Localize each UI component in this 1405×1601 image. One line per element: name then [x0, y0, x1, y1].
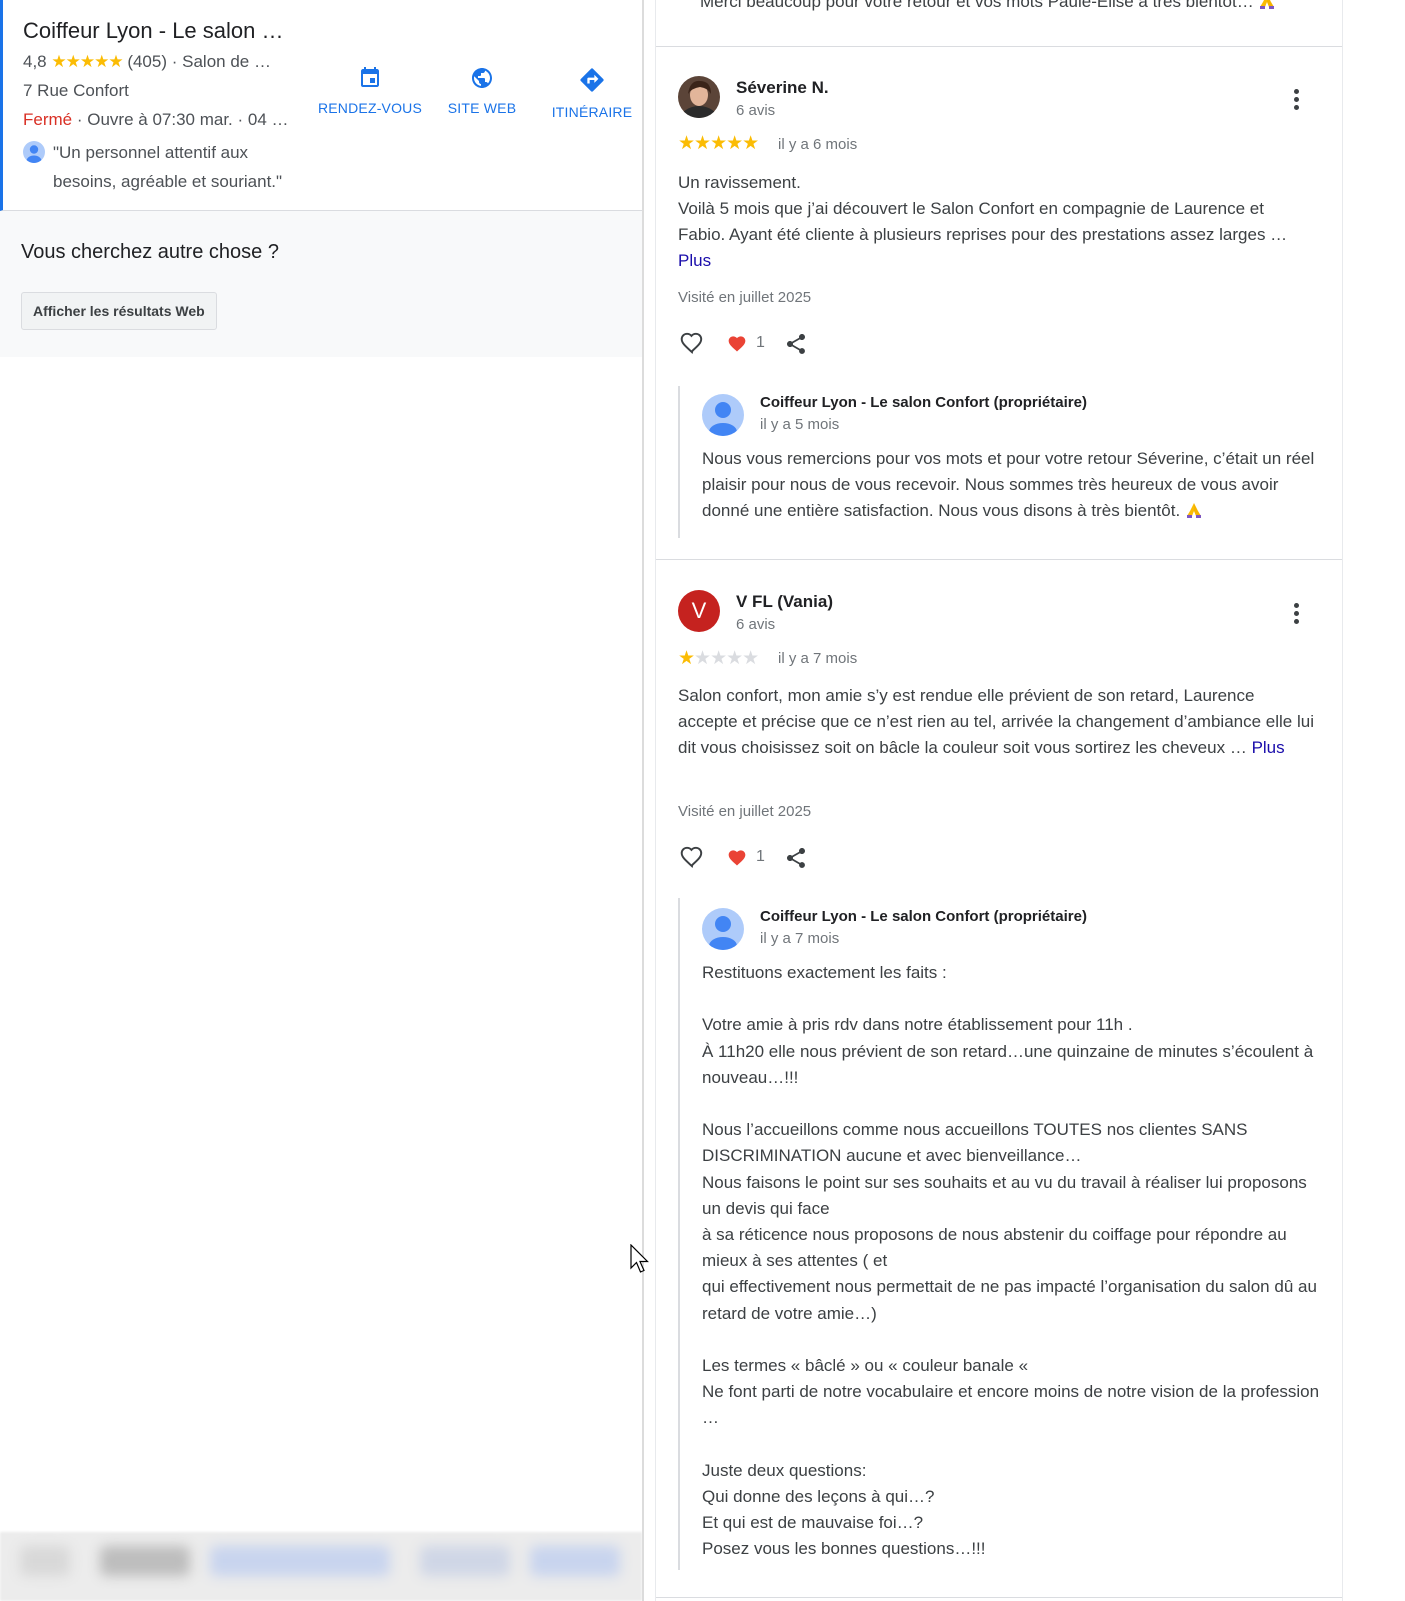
- review-actions: 1: [678, 844, 878, 874]
- share-icon[interactable]: [784, 846, 808, 870]
- reviewer-name[interactable]: Séverine N.: [736, 78, 829, 98]
- review-separator: [656, 1597, 1342, 1598]
- reaction-count: 1: [756, 848, 765, 865]
- praying-hands-icon: [1260, 0, 1275, 9]
- more-link[interactable]: Plus: [678, 251, 711, 270]
- opening-hours: · Ouvre à 07:30 mar. · 04 …: [76, 110, 289, 129]
- more-link[interactable]: Plus: [1252, 738, 1285, 757]
- reviews-panel[interactable]: Merci beaucoup pour votre retour et vos …: [655, 0, 1343, 1601]
- more-options-icon[interactable]: [1286, 600, 1306, 628]
- directions-button[interactable]: ITINÉRAIRE: [537, 66, 647, 120]
- review-text: Un ravissement. Voilà 5 mois que j’ai dé…: [678, 170, 1314, 274]
- review-date: il y a 6 mois: [778, 136, 858, 153]
- reviewer-avatar[interactable]: V: [678, 590, 720, 632]
- review-snippet: "Un personnel attentif aux besoins, agré…: [23, 138, 313, 196]
- left-panel: Coiffeur Lyon - Le salon … 4,8 ★★★★★ (40…: [0, 0, 642, 1601]
- review-item: Séverine N. 6 avis ★★★★★ il y a 6 mois U…: [656, 46, 1342, 558]
- owner-reply: Coiffeur Lyon - Le salon Confort (propri…: [678, 386, 1328, 538]
- review-body: Salon confort, mon amie s’y est rendue e…: [678, 686, 1314, 757]
- blurred-block: [530, 1546, 620, 1576]
- appointment-button[interactable]: RENDEZ-VOUS: [315, 66, 425, 116]
- previous-owner-reply-tail: Merci beaucoup pour votre retour et vos …: [700, 0, 1320, 12]
- right-gutter: [1343, 0, 1405, 1601]
- owner-avatar-icon: [702, 908, 744, 950]
- blurred-block: [210, 1546, 390, 1576]
- review-stars: ★★★★★: [678, 647, 759, 670]
- review-actions: 1: [678, 330, 878, 360]
- review-item: V V FL (Vania) 6 avis ★★★★★ il y a 7 moi…: [656, 559, 1342, 1601]
- owner-reply-text: Restituons exactement les faits : Votre …: [702, 963, 1320, 1559]
- owner-avatar-icon: [702, 394, 744, 436]
- rating-line: 4,8 ★★★★★ (405) · Salon de …: [23, 52, 271, 72]
- blurred-block: [420, 1546, 510, 1576]
- appointment-label: RENDEZ-VOUS: [317, 100, 423, 116]
- review-count: (405): [127, 52, 167, 71]
- calendar-icon: [361, 67, 379, 87]
- blurred-bottom-bar: [0, 1532, 642, 1601]
- review-body: Un ravissement. Voilà 5 mois que j’ai dé…: [678, 173, 1288, 244]
- mouse-cursor-icon: [630, 1244, 649, 1273]
- rating-value: 4,8: [23, 52, 47, 71]
- globe-icon: [472, 68, 492, 88]
- reviewer-review-count: 6 avis: [736, 616, 776, 633]
- previous-reply-text: Merci beaucoup pour votre retour et vos …: [700, 0, 1254, 11]
- status-closed: Fermé: [23, 110, 73, 129]
- star-filled-icon: ★: [678, 648, 695, 669]
- other-heading: Vous cherchez autre chose ?: [21, 241, 279, 263]
- business-card[interactable]: Coiffeur Lyon - Le salon … 4,8 ★★★★★ (40…: [0, 0, 642, 211]
- praying-hands-icon: [1186, 503, 1201, 519]
- love-reaction-icon[interactable]: [726, 848, 748, 868]
- love-reaction-icon[interactable]: [726, 334, 748, 354]
- owner-reply-body: Nous vous remercions pour vos mots et po…: [702, 449, 1315, 521]
- owner-reply: Coiffeur Lyon - Le salon Confort (propri…: [678, 898, 1328, 1570]
- like-heart-icon[interactable]: [678, 330, 706, 356]
- share-icon[interactable]: [784, 332, 808, 356]
- owner-name: Coiffeur Lyon - Le salon Confort (propri…: [760, 394, 1087, 411]
- other-results-section: Vous cherchez autre chose ? Afficher les…: [0, 211, 642, 357]
- owner-reply-date: il y a 5 mois: [760, 416, 840, 433]
- review-stars: ★★★★★: [678, 132, 759, 155]
- visit-date: Visité en juillet 2025: [678, 803, 812, 820]
- blurred-block: [20, 1546, 70, 1576]
- directions-icon: [580, 68, 604, 92]
- directions-label: ITINÉRAIRE: [551, 104, 633, 120]
- reaction-count: 1: [756, 334, 765, 351]
- hours-line: Fermé · Ouvre à 07:30 mar. · 04 …: [23, 110, 289, 130]
- web-results-button[interactable]: Afficher les résultats Web: [21, 292, 217, 330]
- panel-divider[interactable]: [642, 0, 644, 1601]
- visit-date: Visité en juillet 2025: [678, 289, 812, 306]
- star-empty-icon: ★★★★: [694, 648, 759, 669]
- website-button[interactable]: SITE WEB: [427, 66, 537, 116]
- website-label: SITE WEB: [447, 100, 517, 116]
- like-heart-icon[interactable]: [678, 844, 706, 870]
- owner-name: Coiffeur Lyon - Le salon Confort (propri…: [760, 908, 1087, 925]
- owner-reply-date: il y a 7 mois: [760, 930, 840, 947]
- reviewer-avatar[interactable]: [678, 76, 720, 118]
- reviewer-review-count: 6 avis: [736, 102, 776, 119]
- snippet-text: "Un personnel attentif aux besoins, agré…: [53, 143, 283, 191]
- user-avatar-icon: [23, 141, 45, 163]
- star-filled-icon: ★★★★★: [678, 133, 759, 154]
- business-title[interactable]: Coiffeur Lyon - Le salon …: [23, 18, 283, 44]
- business-address: 7 Rue Confort: [23, 81, 129, 100]
- more-options-icon[interactable]: [1286, 86, 1306, 114]
- business-category: · Salon de …: [171, 52, 271, 71]
- owner-reply-text: Nous vous remercions pour vos mots et po…: [702, 446, 1326, 525]
- reviewer-name[interactable]: V FL (Vania): [736, 592, 833, 612]
- rating-stars-icon: ★★★★★: [51, 52, 123, 71]
- review-date: il y a 7 mois: [778, 650, 858, 667]
- review-text: Salon confort, mon amie s’y est rendue e…: [678, 683, 1314, 761]
- blurred-block: [100, 1546, 190, 1576]
